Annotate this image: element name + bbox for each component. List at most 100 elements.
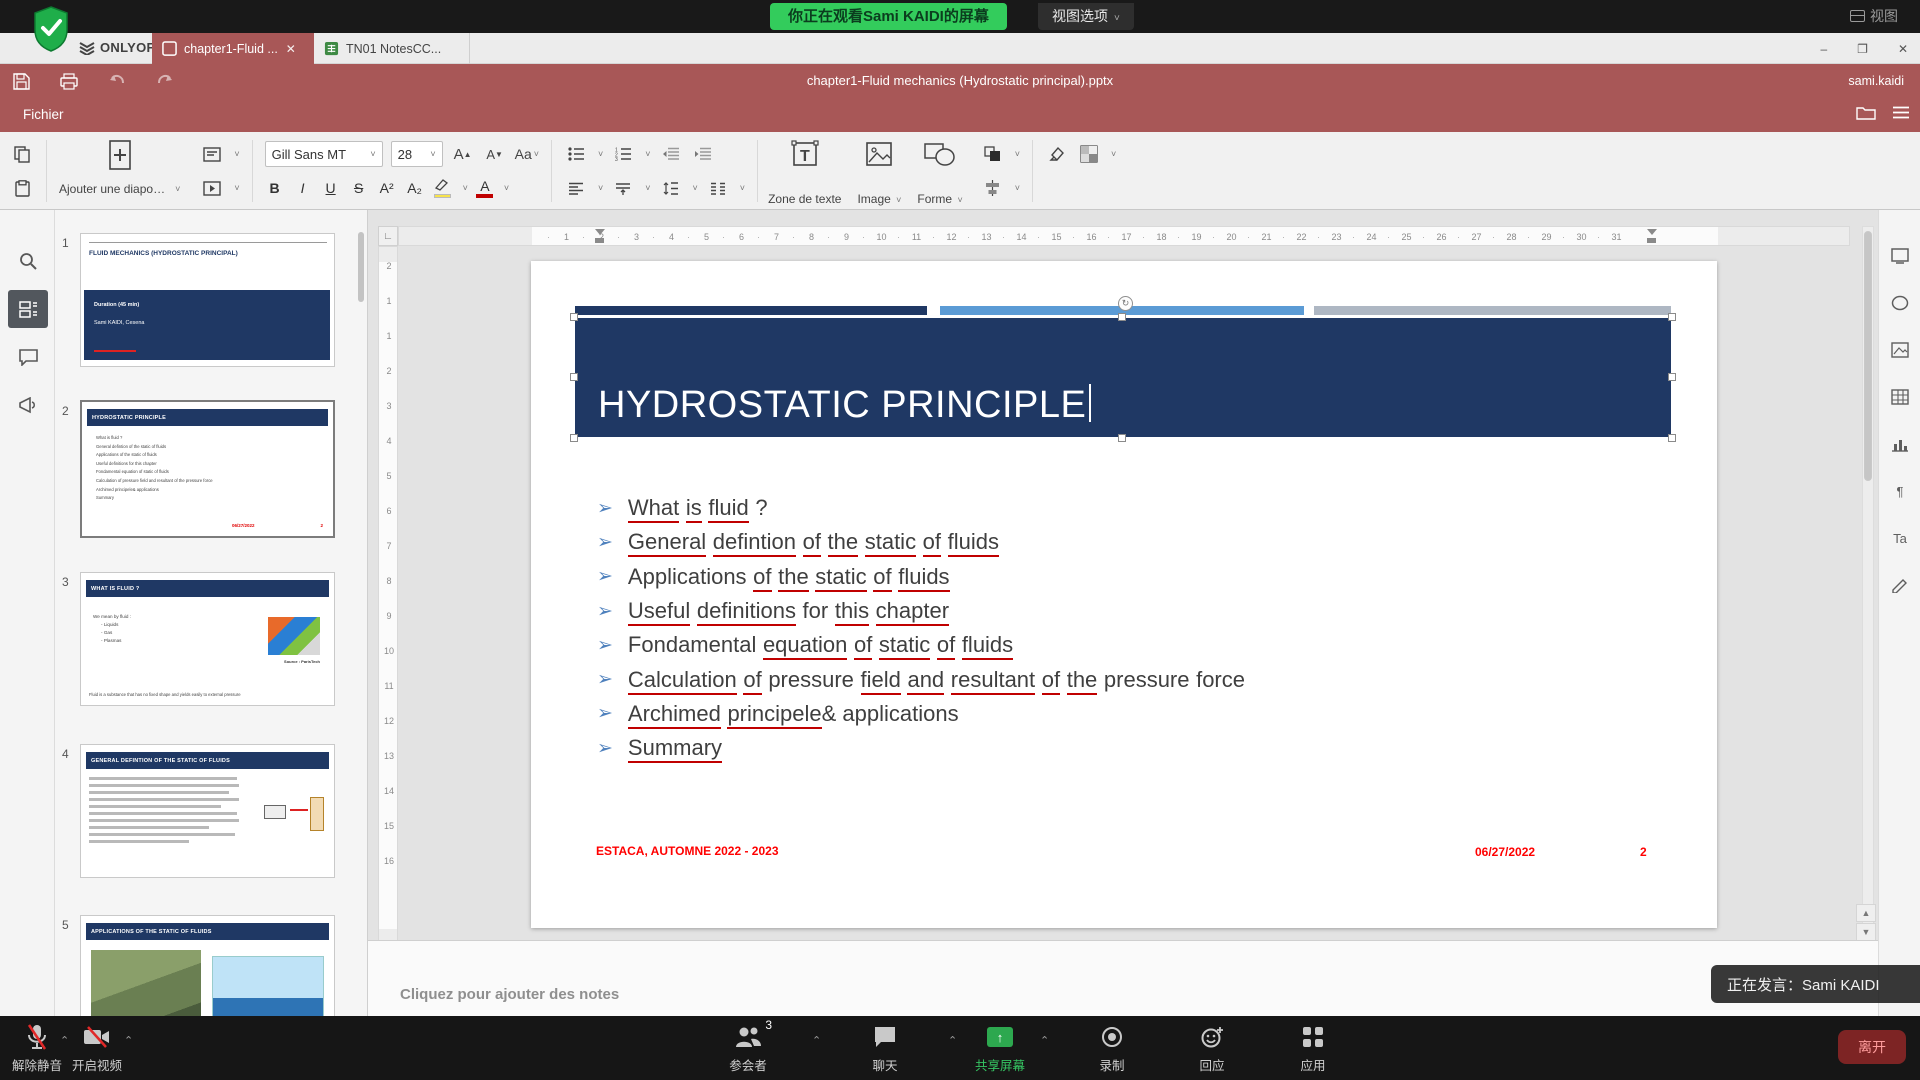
insert-shape-button[interactable]: Forme ˅ <box>909 132 970 210</box>
color-scheme-button[interactable] <box>1077 142 1101 166</box>
font-size-select[interactable]: 28˅ <box>391 141 443 167</box>
resize-handle[interactable] <box>1668 313 1676 321</box>
slide-settings-icon[interactable] <box>1888 244 1912 268</box>
chart-settings-icon[interactable] <box>1888 432 1912 456</box>
clear-style-button[interactable] <box>1045 142 1069 166</box>
comments-icon[interactable] <box>8 338 48 376</box>
restore-button[interactable]: ❐ <box>1857 42 1868 56</box>
horizontal-align-button[interactable] <box>564 176 588 200</box>
document-tab-presentation[interactable]: chapter1-Fluid ... ✕ <box>152 33 314 64</box>
change-layout-button[interactable] <box>200 142 224 166</box>
title-textbox-selected[interactable]: ↻ HYDROSTATIC PRINCIPLE <box>575 318 1671 437</box>
apps-grid-icon <box>1301 1022 1325 1052</box>
indent-marker[interactable] <box>595 229 604 244</box>
underline-button[interactable]: U <box>321 180 341 196</box>
resize-handle[interactable] <box>1668 434 1676 442</box>
slide-thumbnails-icon[interactable] <box>8 290 48 328</box>
slide-thumbnail-5[interactable]: APPLICATIONS OF THE STATIC OF FLUIDS <box>80 915 335 1016</box>
insert-textbox-button[interactable]: T Zone de texte <box>760 132 849 210</box>
columns-button[interactable] <box>706 176 730 200</box>
chevron-down-icon[interactable]: ˅ <box>175 184 180 194</box>
slide-thumbnail-1[interactable]: FLUID MECHANICS (HYDROSTATIC PRINCIPAL) … <box>80 233 335 367</box>
paragraph-settings-icon[interactable]: ¶ <box>1888 479 1912 503</box>
right-indent-marker[interactable] <box>1647 229 1656 244</box>
thumbnail-scrollbar[interactable] <box>358 232 364 302</box>
numbering-button[interactable]: 123 <box>611 142 635 166</box>
copy-button[interactable] <box>10 142 34 166</box>
search-icon[interactable] <box>8 242 48 280</box>
security-shield-icon[interactable] <box>33 6 69 52</box>
share-screen-button[interactable]: ↑ 共享屏幕 <box>955 1022 1045 1074</box>
chevron-up-icon[interactable]: ⌃ <box>124 1034 133 1047</box>
text-art-settings-icon[interactable]: Ta <box>1888 526 1912 550</box>
highlight-color-button[interactable] <box>433 178 453 198</box>
editor-scrollbar[interactable] <box>1862 226 1874 926</box>
document-tab-spreadsheet[interactable]: TN01 NotesCC... <box>314 33 470 64</box>
chevron-up-icon[interactable]: ⌃ <box>812 1034 821 1047</box>
signature-settings-icon[interactable] <box>1888 573 1912 597</box>
resize-handle[interactable] <box>570 434 578 442</box>
resize-handle[interactable] <box>1118 313 1126 321</box>
table-settings-icon[interactable] <box>1888 385 1912 409</box>
slide-canvas[interactable]: ↻ HYDROSTATIC PRINCIPLE ➢Whatisfluid? ➢G… <box>531 261 1717 928</box>
paste-button[interactable] <box>10 176 34 200</box>
image-settings-icon[interactable] <box>1888 338 1912 362</box>
increase-indent-button[interactable] <box>691 142 715 166</box>
start-slideshow-button[interactable] <box>200 176 224 200</box>
bold-button[interactable]: B <box>265 180 285 196</box>
feedback-icon[interactable] <box>8 386 48 424</box>
bullets-button[interactable] <box>564 142 588 166</box>
slide-bullet-list[interactable]: ➢Whatisfluid? ➢Generaldefintionofthestat… <box>597 491 1245 765</box>
minimize-button[interactable]: – <box>1820 42 1827 56</box>
rotate-handle[interactable]: ↻ <box>1118 296 1133 311</box>
vertical-align-button[interactable] <box>611 176 635 200</box>
view-button[interactable]: 视图 <box>1850 6 1898 26</box>
shape-settings-icon[interactable] <box>1888 291 1912 315</box>
resize-handle[interactable] <box>570 313 578 321</box>
line-spacing-button[interactable] <box>659 176 683 200</box>
close-tab-icon[interactable]: ✕ <box>286 42 296 56</box>
decrease-indent-button[interactable] <box>659 142 683 166</box>
font-color-button[interactable]: A <box>476 178 494 198</box>
superscript-button[interactable]: A² <box>377 180 397 196</box>
reactions-button[interactable]: 回应 <box>1167 1022 1257 1074</box>
start-video-button[interactable]: 开启视频 <box>52 1022 142 1074</box>
align-shape-button[interactable] <box>981 176 1005 200</box>
open-file-location-icon[interactable] <box>1856 105 1876 125</box>
tab-selector-box[interactable]: ∟ <box>378 226 398 246</box>
view-options-button[interactable]: 视图选项˅ <box>1038 3 1134 30</box>
decrease-font-button[interactable]: A▼ <box>483 142 507 166</box>
increase-font-button[interactable]: A▲ <box>451 142 475 166</box>
menu-tab[interactable]: Fichier <box>6 98 198 132</box>
notes-placeholder[interactable]: Cliquez pour ajouter des notes <box>400 986 619 1003</box>
add-slide-label[interactable]: Ajouter une diapo… <box>59 182 165 196</box>
chat-button[interactable]: 聊天 <box>840 1022 930 1074</box>
horizontal-ruler[interactable]: 1234567891011121314151617181920212223242… <box>398 226 1850 246</box>
add-slide-button[interactable] <box>107 139 133 171</box>
participants-button[interactable]: 3 参会者 <box>703 1022 793 1074</box>
slide-thumbnail-3[interactable]: WHAT IS FLUID ? We mean by fluid : - Liq… <box>80 572 335 706</box>
change-case-button[interactable]: Aa˅ <box>515 142 539 166</box>
resize-handle[interactable] <box>1118 434 1126 442</box>
record-button[interactable]: 录制 <box>1067 1022 1157 1074</box>
notes-area[interactable]: Cliquez pour ajouter des notes <box>368 940 1878 1016</box>
resize-handle[interactable] <box>1668 373 1676 381</box>
next-slide-button[interactable]: ▼ <box>1856 923 1876 941</box>
insert-image-button[interactable]: Image ˅ <box>849 132 909 210</box>
slide-thumbnail-2-selected[interactable]: HYDROSTATIC PRINCIPLE What is fluid ?Gen… <box>80 400 335 538</box>
italic-button[interactable]: I <box>293 180 313 196</box>
slide-number: 4 <box>62 747 69 761</box>
chevron-up-icon[interactable]: ⌃ <box>1040 1034 1049 1047</box>
leave-meeting-button[interactable]: 离开 <box>1838 1030 1906 1064</box>
previous-slide-button[interactable]: ▲ <box>1856 904 1876 922</box>
vertical-ruler[interactable]: 2112345678910111213141516 <box>378 246 398 1016</box>
strikethrough-button[interactable]: S <box>349 180 369 196</box>
subscript-button[interactable]: A₂ <box>405 180 425 196</box>
apps-button[interactable]: 应用 <box>1268 1022 1358 1074</box>
resize-handle[interactable] <box>570 373 578 381</box>
hamburger-menu-icon[interactable] <box>1892 106 1910 124</box>
slide-thumbnail-4[interactable]: GENERAL DEFINTION OF THE STATIC OF FLUID… <box>80 744 335 878</box>
font-name-select[interactable]: Gill Sans MT˅ <box>265 141 383 167</box>
close-button[interactable]: ✕ <box>1898 42 1908 56</box>
arrange-shape-button[interactable] <box>981 142 1005 166</box>
